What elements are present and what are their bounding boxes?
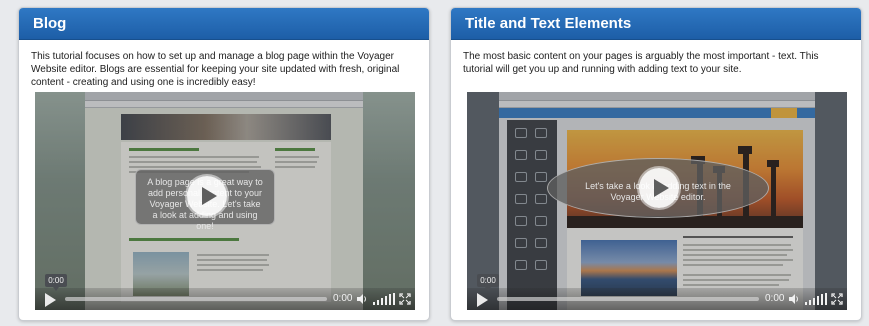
tutorial-card-blog: Blog This tutorial focuses on how to set… [18,7,430,321]
volume-slider[interactable] [373,293,397,305]
fullscreen-icon[interactable] [831,293,843,305]
video-controls: 0:00 0:00 [467,274,847,310]
progress-bar[interactable] [65,297,327,301]
card-title: Blog [19,8,429,40]
volume-slider[interactable] [805,293,829,305]
play-icon[interactable] [45,293,56,307]
volume-icon[interactable] [788,293,800,305]
card-description: The most basic content on your pages is … [463,51,819,75]
play-icon[interactable] [639,168,679,208]
duration-label: 0:00 [765,293,785,304]
play-icon[interactable] [187,176,227,216]
scrub-time-tooltip: 0:00 [45,274,67,291]
play-icon[interactable] [477,293,488,307]
video-controls: 0:00 0:00 [35,274,415,310]
video-player[interactable]: A blog page is a great way to add person… [35,92,415,310]
progress-bar[interactable] [497,297,759,301]
tutorial-card-title-text: Title and Text Elements The most basic c… [450,7,862,321]
video-player[interactable]: Let's take a look at adding text in the … [467,92,847,310]
scrub-time-tooltip: 0:00 [477,274,499,291]
card-description: This tutorial focuses on how to set up a… [31,51,400,88]
duration-label: 0:00 [333,293,353,304]
volume-icon[interactable] [356,293,368,305]
card-title: Title and Text Elements [451,8,861,40]
fullscreen-icon[interactable] [399,293,411,305]
